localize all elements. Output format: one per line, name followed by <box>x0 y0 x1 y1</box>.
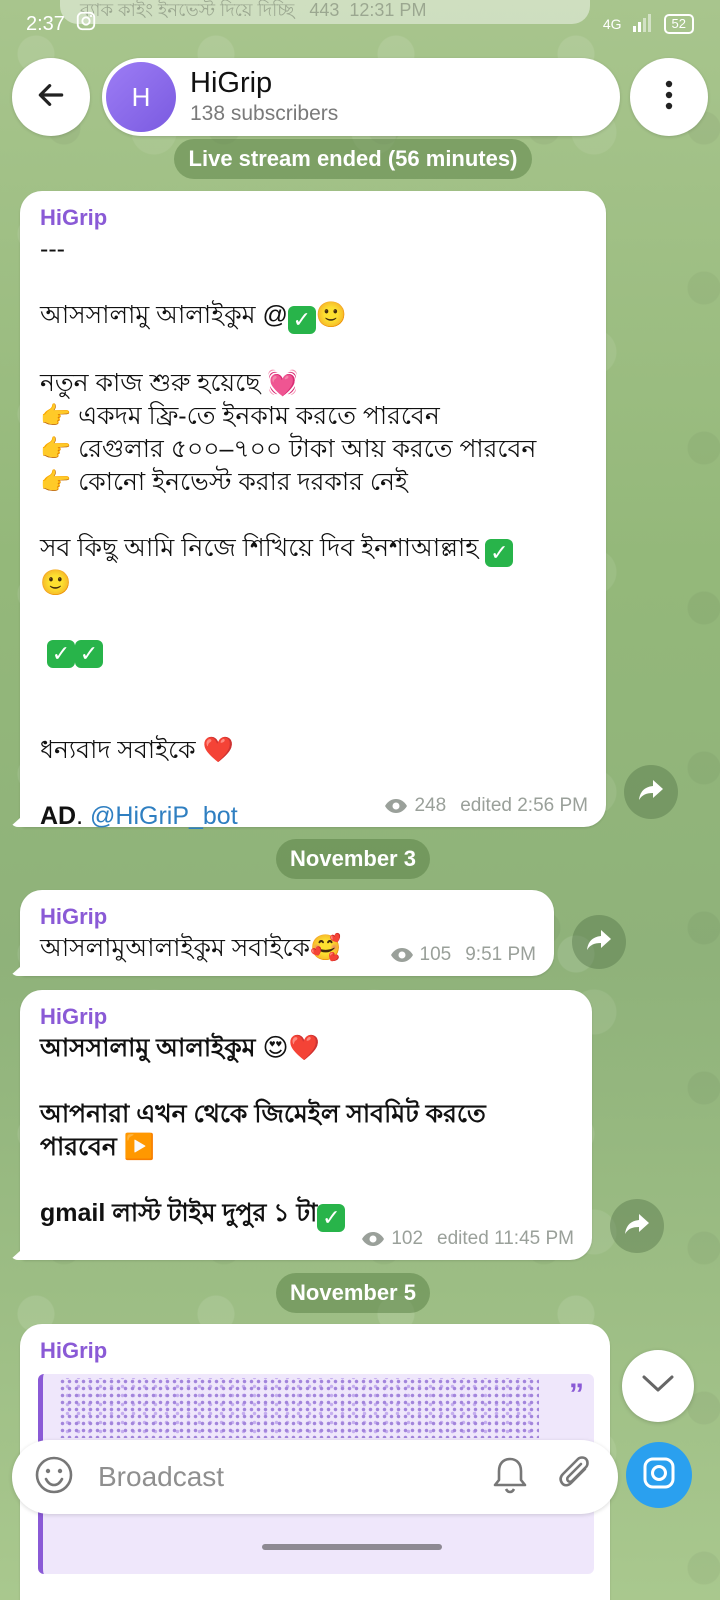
battery-indicator: 52 <box>663 14 694 34</box>
eye-icon <box>384 798 408 814</box>
ad-label: AD <box>40 802 77 830</box>
view-count: 248 <box>414 795 447 816</box>
home-indicator[interactable] <box>262 1544 442 1550</box>
check-mark-emoji-icon: ✓ <box>485 539 514 567</box>
check-mark-emoji-icon: ✓ <box>287 306 316 334</box>
message-line: আপনারা এখন থেকে জিমেইল সাবমিট করতে <box>40 1100 486 1128</box>
eye-icon <box>390 947 414 963</box>
paperclip-icon <box>557 1455 595 1500</box>
message-sender: HiGrip <box>40 904 108 929</box>
message-meta: 248 edited 2:56 PM <box>384 795 588 817</box>
subscriber-count: 138 subscribers <box>190 102 339 125</box>
smile-emoji-icon: 🙂 <box>315 301 348 329</box>
smiley-icon <box>34 1455 74 1500</box>
share-arrow-icon <box>637 778 665 807</box>
message-bubble[interactable]: HiGrip আসসালামু আলাইকুম 😍❤️ আপনারা এখন থ… <box>20 990 592 1260</box>
more-options-button[interactable] <box>630 58 708 136</box>
check-mark-emoji-icon: ✓ <box>74 640 103 668</box>
attach-button[interactable] <box>552 1453 600 1501</box>
view-count: 105 <box>419 944 452 965</box>
message-sender: HiGrip <box>40 1004 108 1029</box>
video-message-button[interactable] <box>626 1442 692 1508</box>
date-separator: November 5 <box>276 1273 430 1313</box>
message-line: 👉 কোনো ইনভেস্ট করার দরকার নেই <box>40 468 408 496</box>
avatar[interactable]: H <box>106 62 176 132</box>
message-meta: 105 9:51 PM <box>390 944 536 966</box>
more-vertical-icon <box>664 80 674 115</box>
status-bar: 2:37 4G 52 <box>0 0 720 48</box>
message-line: নতুন কাজ শুরু হয়েছে 💓 <box>40 369 299 397</box>
message-meta: 102 edited 11:45 PM <box>361 1228 574 1250</box>
forward-button[interactable] <box>624 765 678 819</box>
status-time: 2:37 <box>26 12 65 35</box>
message-bubble[interactable]: HiGrip আসলামুআলাইকুম সবাইকে🥰 105 9:51 PM <box>20 890 554 976</box>
message-line: আসসালামু আলাইকুম @ ✓ 🙂 <box>40 299 586 334</box>
message-line: আসসালামু আলাইকুম 😍❤️ <box>40 1034 320 1062</box>
check-mark-emoji-icon: ✓ <box>46 640 75 668</box>
message-text: আসসালামু আলাইকুম @ <box>40 301 288 329</box>
message-bubble[interactable]: HiGrip --- আসসালামু আলাইকুম @ ✓ 🙂 নতুন কাজ… <box>20 191 606 830</box>
service-message-live-ended: Live stream ended (56 minutes) <box>174 139 532 179</box>
message-line: 👉 রেগুলার ৫০০–৭০০ টাকা আয় করতে পারবেন <box>40 435 537 463</box>
message-line: gmail লাস্ট টাইম দুপুর ১ টা ✓ <box>40 1197 572 1232</box>
message-text: gmail লাস্ট টাইম দুপুর ১ টা <box>40 1199 318 1227</box>
share-arrow-icon <box>585 928 613 957</box>
chevron-down-icon <box>641 1374 675 1399</box>
arrow-left-icon <box>35 79 67 116</box>
message-line: সব কিছু আমি নিজে শিখিয়ে দিব ইনশাআল্লাহ … <box>40 532 586 567</box>
broadcast-input[interactable] <box>98 1461 486 1493</box>
channel-header[interactable]: H HiGrip 138 subscribers <box>102 58 620 136</box>
forward-button[interactable] <box>572 915 626 969</box>
message-sender: HiGrip <box>40 205 108 230</box>
share-arrow-icon <box>623 1212 651 1241</box>
message-line <box>40 668 586 701</box>
channel-title: HiGrip <box>190 67 273 99</box>
spoiler-hidden-content[interactable] <box>59 1378 539 1438</box>
bot-link[interactable]: @HiGriP_bot <box>90 802 238 830</box>
check-mark-emoji-icon: ✓ <box>317 1204 346 1232</box>
signal-icon <box>632 13 654 35</box>
message-line: 🙂 <box>40 569 72 597</box>
message-time: 9:51 PM <box>465 944 536 965</box>
message-line <box>40 334 586 367</box>
message-line: --- <box>40 235 65 263</box>
notification-toggle-button[interactable] <box>486 1453 534 1501</box>
message-time: edited 11:45 PM <box>437 1228 574 1249</box>
message-time: edited 2:56 PM <box>460 795 588 816</box>
message-line: ধন্যবাদ সবাইকে ❤️ <box>40 736 234 764</box>
message-input-bar <box>12 1440 618 1514</box>
eye-icon <box>361 1231 385 1247</box>
bell-icon <box>492 1455 528 1500</box>
message-line <box>40 499 586 532</box>
message-line: পারবেন ▶️ <box>40 1133 155 1161</box>
scroll-down-button[interactable] <box>622 1350 694 1422</box>
quote-icon: ” <box>569 1378 584 1411</box>
back-button[interactable] <box>12 58 90 136</box>
network-label: 4G <box>602 16 622 32</box>
camera-icon <box>642 1456 676 1495</box>
message-text: সব কিছু আমি নিজে শিখিয়ে দিব ইনশাআল্লাহ <box>40 534 479 562</box>
message-line: 👉 একদম ফ্রি-তে ইনকাম করতে পারবেন <box>40 402 440 430</box>
forward-button[interactable] <box>610 1199 664 1253</box>
message-sender: HiGrip <box>40 1338 108 1363</box>
instagram-icon <box>75 10 97 38</box>
emoji-button[interactable] <box>30 1453 78 1501</box>
message-line <box>40 701 586 734</box>
message-line <box>40 600 586 633</box>
message-line: ✓ ✓ <box>40 633 586 668</box>
view-count: 102 <box>391 1228 424 1249</box>
message-line <box>40 1065 572 1098</box>
date-separator: November 3 <box>276 839 430 879</box>
message-line <box>40 1164 572 1197</box>
message-line <box>40 266 586 299</box>
